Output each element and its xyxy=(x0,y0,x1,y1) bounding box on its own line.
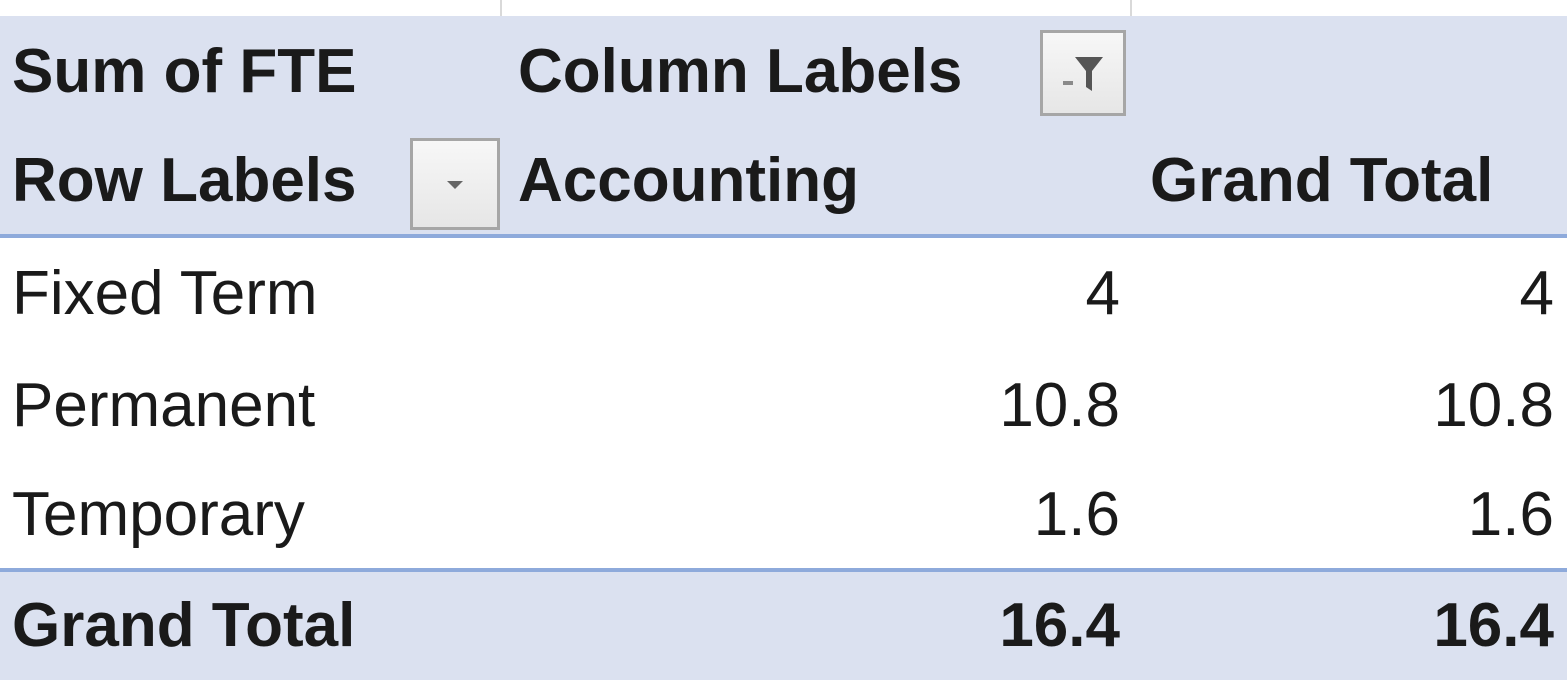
grand-total-value[interactable]: 4 xyxy=(1130,238,1554,350)
pivot-table: Sum of FTE Column Labels Row Labels Acco… xyxy=(0,16,1567,680)
dropdown-arrow-icon xyxy=(435,164,475,204)
pivot-header-row-1: Sum of FTE Column Labels xyxy=(0,16,1567,128)
table-row: Fixed Term 4 4 xyxy=(0,238,1567,350)
row-labels-filter-button[interactable] xyxy=(410,138,500,230)
column-labels-header[interactable]: Column Labels xyxy=(518,16,962,128)
row-label[interactable]: Permanent xyxy=(12,350,315,462)
row-label[interactable]: Fixed Term xyxy=(12,238,318,350)
table-row: Permanent 10.8 10.8 xyxy=(0,350,1567,462)
column-gridline xyxy=(1130,0,1132,16)
grand-total-column-header[interactable]: Grand Total xyxy=(1150,128,1493,234)
pivot-header-row-2: Row Labels Accounting Grand Total xyxy=(0,128,1567,234)
grand-total-sum-value[interactable]: 16.4 xyxy=(1130,572,1554,680)
row-labels-header[interactable]: Row Labels xyxy=(12,128,357,234)
accounting-value[interactable]: 1.6 xyxy=(700,462,1120,568)
row-label[interactable]: Temporary xyxy=(12,462,305,568)
accounting-value[interactable]: 4 xyxy=(700,238,1120,350)
filter-applied-icon xyxy=(1055,45,1111,101)
table-row: Temporary 1.6 1.6 xyxy=(0,462,1567,568)
accounting-total-value[interactable]: 16.4 xyxy=(700,572,1120,680)
column-item-accounting[interactable]: Accounting xyxy=(518,128,859,234)
grand-total-value[interactable]: 1.6 xyxy=(1130,462,1554,568)
spreadsheet-area: Sum of FTE Column Labels Row Labels Acco… xyxy=(0,0,1567,680)
grand-total-label[interactable]: Grand Total xyxy=(12,572,355,680)
accounting-value[interactable]: 10.8 xyxy=(700,350,1120,462)
column-gridline xyxy=(500,0,502,16)
column-labels-filter-button[interactable] xyxy=(1040,30,1126,116)
grand-total-value[interactable]: 10.8 xyxy=(1130,350,1554,462)
grand-total-row: Grand Total 16.4 16.4 xyxy=(0,572,1567,680)
value-field-label[interactable]: Sum of FTE xyxy=(12,16,356,128)
